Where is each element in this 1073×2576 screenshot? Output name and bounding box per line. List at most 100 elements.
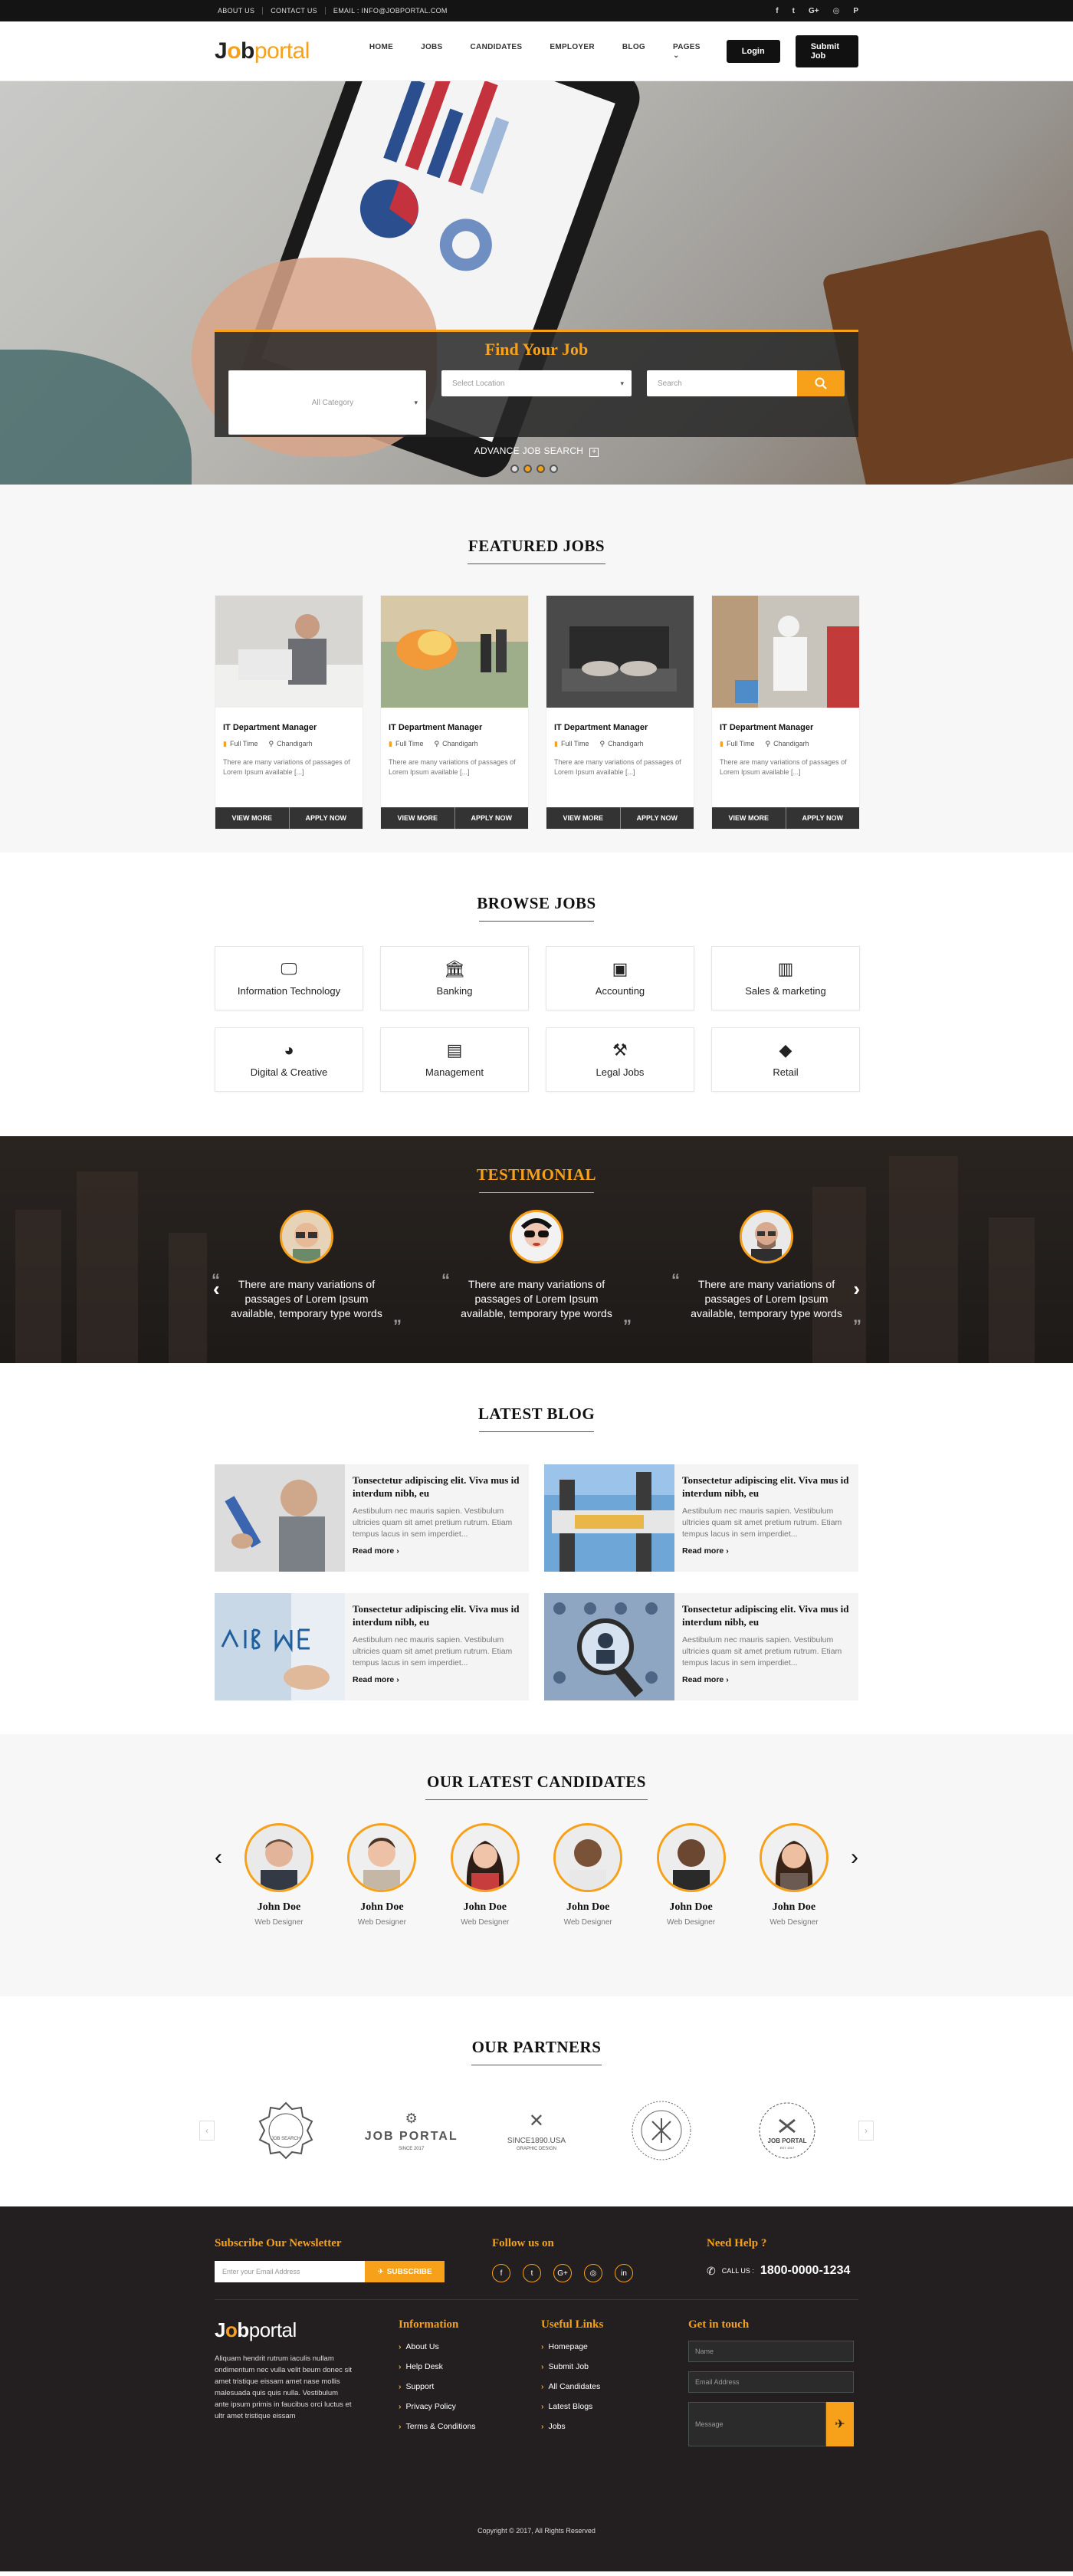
nav-blog[interactable]: BLOG: [622, 43, 645, 60]
apply-now-button[interactable]: APPLY NOW: [289, 807, 363, 829]
candidate-role: Web Designer: [254, 1918, 304, 1927]
blog-title[interactable]: Tonsectetur adipiscing elit. Viva mus id…: [682, 1474, 851, 1500]
footer-link-help-desk[interactable]: Help Desk: [399, 2362, 541, 2371]
prev-arrow-icon[interactable]: ‹: [199, 2121, 215, 2141]
phone-number[interactable]: 1800-0000-1234: [760, 2264, 850, 2278]
quote-open-icon: “: [441, 1270, 450, 1290]
nav-jobs[interactable]: JOBS: [421, 43, 442, 60]
category-banking[interactable]: 🏛 Banking: [380, 946, 529, 1010]
nav-employer[interactable]: EMPLOYER: [550, 43, 595, 60]
login-button[interactable]: Login: [726, 40, 780, 63]
footer-link-all-candidates[interactable]: All Candidates: [541, 2382, 688, 2391]
job-title[interactable]: IT Department Manager: [389, 723, 520, 732]
view-more-button[interactable]: VIEW MORE: [215, 807, 290, 829]
nav-pages[interactable]: PAGES ⌄: [673, 43, 701, 60]
prev-arrow-icon[interactable]: ‹: [215, 1845, 222, 1871]
apply-now-button[interactable]: APPLY NOW: [786, 807, 859, 829]
partner-logo[interactable]: ⚙ JOB PORTAL SINCE 2017: [358, 2096, 465, 2165]
instagram-icon[interactable]: ◎: [833, 7, 840, 15]
paper-plane-icon: ✈: [377, 2267, 384, 2276]
apply-now-button[interactable]: APPLY NOW: [620, 807, 694, 829]
category-select[interactable]: All Category ▾: [228, 370, 426, 435]
slider-dot-active[interactable]: [536, 465, 545, 473]
slider-dot-active[interactable]: [523, 465, 532, 473]
pinterest-icon[interactable]: P: [853, 7, 858, 15]
submit-job-button[interactable]: Submit Job: [795, 35, 858, 67]
view-more-button[interactable]: VIEW MORE: [381, 807, 455, 829]
search-button[interactable]: [797, 370, 845, 396]
view-more-button[interactable]: VIEW MORE: [546, 807, 621, 829]
top-email[interactable]: EMAIL : INFO@JOBPORTAL.COM: [326, 7, 455, 15]
slider-dot[interactable]: [510, 465, 519, 473]
contact-name-field[interactable]: Name: [688, 2341, 854, 2362]
partner-logo[interactable]: ✕ SINCE1890.USA GRAPHIC DESIGN: [483, 2096, 590, 2165]
candidate-card[interactable]: John Doe Web Designer: [447, 1823, 523, 1927]
partner-logo[interactable]: JOB SEARCH: [232, 2096, 340, 2165]
instagram-icon[interactable]: ◎: [584, 2264, 602, 2282]
contact-send-button[interactable]: ✈: [826, 2402, 854, 2446]
partner-logo[interactable]: [608, 2096, 715, 2165]
read-more-link[interactable]: Read more ›: [353, 1546, 521, 1556]
read-more-link[interactable]: Read more ›: [682, 1546, 851, 1556]
newsletter-email-input[interactable]: Enter your Email Address: [215, 2261, 365, 2282]
footer-link-terms[interactable]: Terms & Conditions: [399, 2422, 541, 2431]
blog-title[interactable]: Tonsectetur adipiscing elit. Viva mus id…: [353, 1474, 521, 1500]
facebook-icon[interactable]: f: [492, 2264, 510, 2282]
slider-dot[interactable]: [550, 465, 558, 473]
footer-link-about-us[interactable]: About Us: [399, 2342, 541, 2351]
google-plus-icon[interactable]: G+: [809, 7, 819, 15]
location-select[interactable]: Select Location ▾: [441, 370, 632, 396]
search-input[interactable]: Search: [647, 370, 797, 396]
blog-title[interactable]: Tonsectetur adipiscing elit. Viva mus id…: [353, 1602, 521, 1628]
candidate-card[interactable]: John Doe Web Designer: [343, 1823, 420, 1927]
category-accounting[interactable]: ▣ Accounting: [546, 946, 694, 1010]
category-information-technology[interactable]: 🖵 Information Technology: [215, 946, 363, 1010]
candidate-card[interactable]: John Doe Web Designer: [653, 1823, 730, 1927]
partner-logo[interactable]: JOB PORTAL EST. 2017: [733, 2096, 841, 2165]
category-legal-jobs[interactable]: ⚒ Legal Jobs: [546, 1027, 694, 1092]
job-type-label: Full Time: [395, 740, 424, 748]
footer-logo[interactable]: Jobportal: [215, 2318, 399, 2342]
category-digital-creative[interactable]: ◕ Digital & Creative: [215, 1027, 363, 1092]
partner-subtext: SINCE 2017: [398, 2146, 425, 2151]
footer-link-privacy-policy[interactable]: Privacy Policy: [399, 2402, 541, 2411]
footer-link-support[interactable]: Support: [399, 2382, 541, 2391]
advance-search-link[interactable]: ADVANCE JOB SEARCH +: [215, 445, 858, 457]
blog-post: Tonsectetur adipiscing elit. Viva mus id…: [215, 1464, 529, 1572]
logo[interactable]: Jobportal: [215, 38, 310, 64]
footer-link-latest-blogs[interactable]: Latest Blogs: [541, 2402, 688, 2411]
candidate-card[interactable]: John Doe Web Designer: [550, 1823, 626, 1927]
contact-message-field[interactable]: Message: [688, 2402, 826, 2446]
facebook-icon[interactable]: f: [776, 7, 778, 15]
google-plus-icon[interactable]: G+: [553, 2264, 572, 2282]
job-title[interactable]: IT Department Manager: [720, 723, 852, 732]
search-icon: [815, 377, 827, 389]
read-more-link[interactable]: Read more ›: [353, 1675, 521, 1684]
view-more-button[interactable]: VIEW MORE: [712, 807, 786, 829]
linkedin-icon[interactable]: in: [615, 2264, 633, 2282]
twitter-icon[interactable]: t: [523, 2264, 541, 2282]
nav-candidates[interactable]: CANDIDATES: [471, 43, 523, 60]
contact-email-field[interactable]: Email Address: [688, 2371, 854, 2393]
job-title[interactable]: IT Department Manager: [554, 723, 686, 732]
next-arrow-icon[interactable]: ›: [858, 2121, 874, 2141]
top-link-contact[interactable]: CONTACT US: [263, 7, 326, 15]
subscribe-button[interactable]: ✈ SUBSCRIBE: [365, 2261, 445, 2282]
apply-now-button[interactable]: APPLY NOW: [454, 807, 528, 829]
nav-home[interactable]: HOME: [369, 43, 393, 60]
read-more-link[interactable]: Read more ›: [682, 1675, 851, 1684]
twitter-icon[interactable]: t: [792, 7, 795, 15]
job-location: ⚲ Chandigarh: [765, 740, 809, 748]
category-sales-marketing[interactable]: ▥ Sales & marketing: [711, 946, 860, 1010]
category-retail[interactable]: ◆ Retail: [711, 1027, 860, 1092]
top-link-about[interactable]: ABOUT US: [215, 7, 264, 15]
footer-link-jobs[interactable]: Jobs: [541, 2422, 688, 2431]
candidate-card[interactable]: John Doe Web Designer: [756, 1823, 832, 1927]
candidate-card[interactable]: John Doe Web Designer: [241, 1823, 317, 1927]
next-arrow-icon[interactable]: ›: [851, 1845, 858, 1871]
footer-link-homepage[interactable]: Homepage: [541, 2342, 688, 2351]
job-title[interactable]: IT Department Manager: [223, 723, 355, 732]
category-management[interactable]: ▤ Management: [380, 1027, 529, 1092]
footer-link-submit-job[interactable]: Submit Job: [541, 2362, 688, 2371]
blog-title[interactable]: Tonsectetur adipiscing elit. Viva mus id…: [682, 1602, 851, 1628]
